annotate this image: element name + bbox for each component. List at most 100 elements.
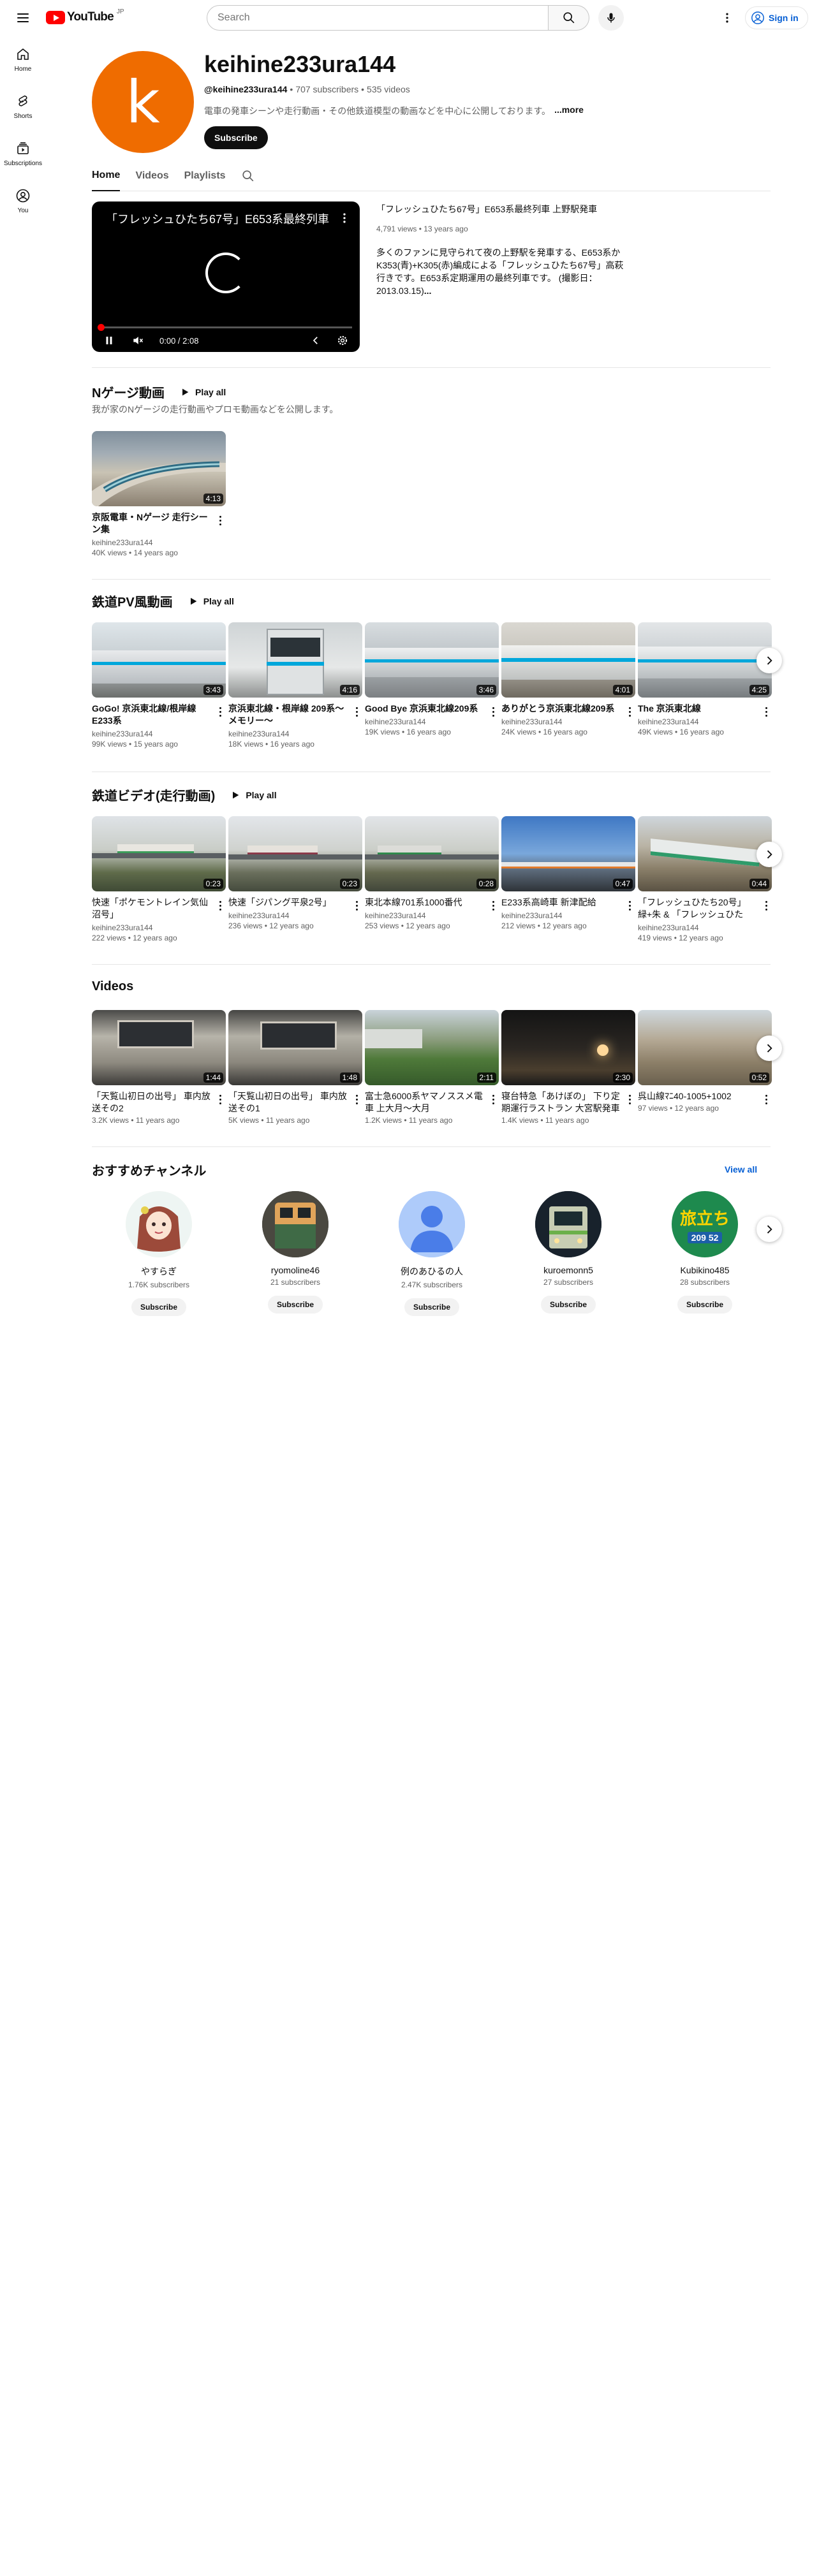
video-menu-button[interactable] [214, 704, 226, 719]
video-thumbnail[interactable]: 0:52 [638, 1010, 772, 1085]
video-channel[interactable]: keihine233ura144 [92, 538, 226, 547]
guide-item-shorts[interactable]: Shorts [0, 83, 46, 130]
video-card[interactable]: 4:01 ありがとう京浜東北線209系 keihine233ura144 24K… [501, 622, 635, 736]
channel-card[interactable]: ryomoline46 21 subscribers Subscribe [235, 1191, 356, 1314]
channel-card-subscribe-button[interactable]: Subscribe [131, 1298, 186, 1316]
shelf-title[interactable]: Nゲージ動画 [92, 383, 165, 401]
video-card[interactable]: 4:13 京阪電車・Nゲージ 走行シーン集 keihine233ura144 4… [92, 431, 226, 557]
video-title[interactable]: E233系高崎車 新津配給 [501, 896, 620, 909]
video-channel[interactable]: keihine233ura144 [501, 911, 635, 920]
video-menu-button[interactable] [760, 1092, 772, 1107]
video-thumbnail[interactable]: 0:47 [501, 816, 635, 891]
play-all-button[interactable]: Play all [182, 594, 240, 609]
video-channel[interactable]: keihine233ura144 [92, 923, 226, 932]
description-more-link[interactable]: ...more [554, 105, 584, 117]
video-channel[interactable]: keihine233ura144 [228, 911, 362, 920]
video-card[interactable]: 0:52 呉山線ﾏﾆ40-1005+1002 97 views • 12 yea… [638, 1010, 772, 1113]
channel-card-name[interactable]: やすらぎ [98, 1265, 219, 1278]
mute-icon[interactable] [131, 334, 144, 347]
sign-in-button[interactable]: Sign in [745, 6, 808, 29]
video-card[interactable]: 0:28 東北本線701系1000番代 keihine233ura144 253… [365, 816, 499, 930]
video-thumbnail[interactable]: 1:48 [228, 1010, 362, 1085]
video-thumbnail[interactable]: 3:43 [92, 622, 226, 698]
channel-card-avatar[interactable] [399, 1191, 465, 1257]
channel-card-avatar[interactable] [126, 1191, 192, 1257]
voice-search-button[interactable] [598, 5, 624, 31]
video-title[interactable]: 「フレッシュひたち20号」 緑+朱 & 「フレッシュひたち... [638, 896, 756, 921]
video-menu-button[interactable] [624, 704, 635, 719]
video-menu-button[interactable] [214, 513, 226, 528]
shelf-title[interactable]: Videos [92, 979, 133, 994]
channel-card[interactable]: やすらぎ 1.76K subscribers Subscribe [98, 1191, 219, 1316]
video-thumbnail[interactable]: 0:44 [638, 816, 772, 891]
shelf-next-button[interactable] [756, 842, 782, 867]
channel-card-name[interactable]: ryomoline46 [235, 1265, 356, 1275]
video-menu-button[interactable] [351, 1092, 362, 1107]
guide-item-home[interactable]: Home [0, 36, 46, 83]
channel-card[interactable]: 例のあひるの人 2.47K subscribers Subscribe [371, 1191, 492, 1316]
guide-item-subscriptions[interactable]: Subscriptions [0, 130, 46, 177]
more-vert-icon[interactable] [338, 212, 351, 224]
video-thumbnail[interactable]: 1:44 [92, 1010, 226, 1085]
video-card[interactable]: 1:44 「天覧山初日の出号」 車内放送その2 3.2K views • 11 … [92, 1010, 226, 1125]
video-title[interactable]: 快速「ジパング平泉2号」 [228, 896, 347, 909]
channels-next-button[interactable] [756, 1217, 782, 1242]
channel-card-name[interactable]: Kubikino485 [644, 1265, 765, 1275]
video-channel[interactable]: keihine233ura144 [638, 717, 772, 726]
youtube-logo[interactable]: YouTube JP [46, 8, 124, 24]
video-thumbnail[interactable]: 0:28 [365, 816, 499, 891]
subscribe-button[interactable]: Subscribe [204, 126, 268, 149]
channel-card-name[interactable]: 例のあひるの人 [371, 1265, 492, 1278]
video-title[interactable]: The 京浜東北線 [638, 703, 756, 715]
video-channel[interactable]: keihine233ura144 [365, 717, 499, 726]
video-title[interactable]: 寝台特急「あけぼの」 下り定期運行ラストラン 大宮駅発車 [501, 1090, 620, 1115]
tab-home[interactable]: Home [92, 161, 121, 191]
channel-card-subscribe-button[interactable]: Subscribe [268, 1296, 323, 1314]
video-thumbnail[interactable]: 3:46 [365, 622, 499, 698]
video-channel[interactable]: keihine233ura144 [638, 923, 772, 932]
video-menu-button[interactable] [214, 898, 226, 913]
video-menu-button[interactable] [487, 704, 499, 719]
video-menu-button[interactable] [487, 898, 499, 913]
video-title[interactable]: 「天覧山初日の出号」 車内放送その2 [92, 1090, 210, 1115]
video-channel[interactable]: keihine233ura144 [228, 729, 362, 738]
settings-menu-button[interactable] [718, 9, 736, 27]
video-channel[interactable]: keihine233ura144 [365, 911, 499, 920]
video-menu-button[interactable] [214, 1092, 226, 1107]
video-menu-button[interactable] [351, 704, 362, 719]
channel-card-subscribe-button[interactable]: Subscribe [404, 1298, 459, 1316]
featured-video-title[interactable]: 「フレッシュひたち67号」E653系最終列車 上野駅発車 [376, 203, 597, 216]
video-thumbnail[interactable]: 0:23 [92, 816, 226, 891]
video-thumbnail[interactable]: 4:16 [228, 622, 362, 698]
video-title[interactable]: 京浜東北線・根岸線 209系〜メモリー〜 [228, 703, 347, 727]
shelf-title[interactable]: 鉄道ビデオ(走行動画) [92, 786, 215, 804]
featured-description-more[interactable]: ... [424, 286, 432, 296]
video-title[interactable]: ありがとう京浜東北線209系 [501, 703, 620, 715]
channel-card-subscribe-button[interactable]: Subscribe [541, 1296, 596, 1314]
video-menu-button[interactable] [351, 898, 362, 913]
tab-playlists[interactable]: Playlists [184, 161, 226, 191]
video-thumbnail[interactable]: 0:23 [228, 816, 362, 891]
video-menu-button[interactable] [624, 898, 635, 913]
video-thumbnail[interactable]: 4:13 [92, 431, 226, 506]
channel-description[interactable]: 電車の発車シーンや走行動画・その他鉄道模型の動画などを中心に公開しております。 … [204, 105, 584, 117]
play-all-button[interactable]: Play all [173, 384, 232, 400]
player-title[interactable]: 「フレッシュひたち67号」E653系最終列車 上野駅発車 [106, 210, 329, 227]
video-title[interactable]: GoGo! 京浜東北線/根岸線E233系 [92, 703, 210, 727]
pause-icon[interactable] [103, 335, 115, 346]
video-card[interactable]: 3:46 Good Bye 京浜東北線209系 keihine233ura144… [365, 622, 499, 736]
chevron-left-icon[interactable] [310, 335, 321, 346]
video-title[interactable]: 呉山線ﾏﾆ40-1005+1002 [638, 1090, 756, 1102]
shelf-title[interactable]: おすすめチャンネル [92, 1160, 206, 1179]
video-menu-button[interactable] [760, 898, 772, 913]
video-card[interactable]: 4:25 The 京浜東北線 keihine233ura144 49K view… [638, 622, 772, 736]
tab-search-button[interactable] [241, 161, 255, 191]
video-thumbnail[interactable]: 4:01 [501, 622, 635, 698]
video-thumbnail[interactable]: 2:30 [501, 1010, 635, 1085]
channel-card-avatar[interactable]: 旅立ち 209 52 [672, 1191, 738, 1257]
scrubber-handle[interactable] [98, 324, 105, 331]
shelf-next-button[interactable] [756, 648, 782, 673]
channel-card-avatar[interactable] [535, 1191, 601, 1257]
video-card[interactable]: 4:16 京浜東北線・根岸線 209系〜メモリー〜 keihine233ura1… [228, 622, 362, 749]
video-channel[interactable]: keihine233ura144 [92, 729, 226, 738]
